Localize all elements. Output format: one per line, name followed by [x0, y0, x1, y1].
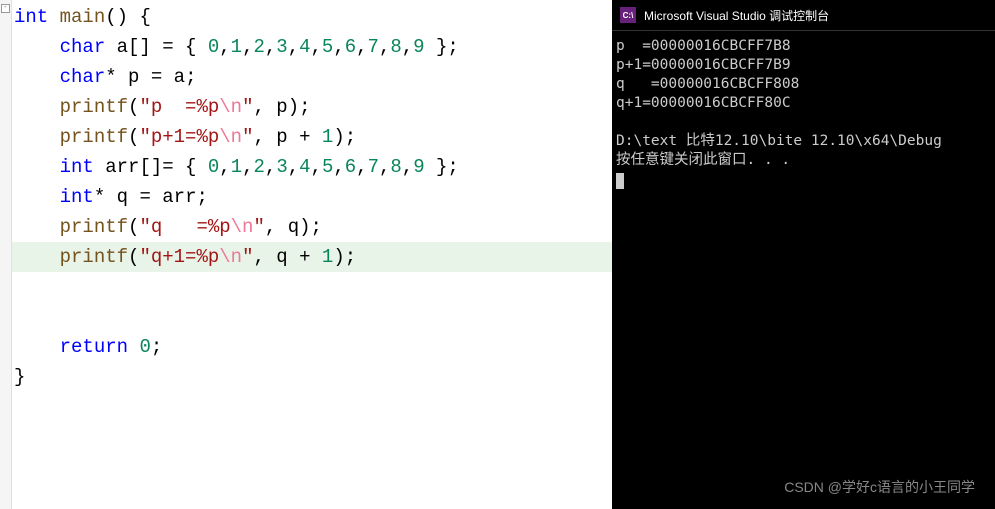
watermark-text: CSDN @学好c语言的小王同学 [784, 477, 975, 497]
code-line[interactable] [14, 302, 612, 332]
vs-icon: C:\ [620, 7, 636, 23]
code-line[interactable]: printf("q+1=%p\n", q + 1); [14, 242, 612, 272]
code-area[interactable]: int main() { char a[] = { 0,1,2,3,4,5,6,… [0, 0, 612, 392]
code-line[interactable]: } [14, 362, 612, 392]
debug-console-pane: C:\ Microsoft Visual Studio 调试控制台 p =000… [612, 0, 995, 509]
code-line[interactable]: int main() { [14, 2, 612, 32]
code-line[interactable]: printf("p+1=%p\n", p + 1); [14, 122, 612, 152]
code-editor-pane[interactable]: - int main() { char a[] = { 0,1,2,3,4,5,… [0, 0, 612, 509]
code-line[interactable]: int arr[]= { 0,1,2,3,4,5,6,7,8,9 }; [14, 152, 612, 182]
code-line[interactable] [14, 272, 612, 302]
code-line[interactable]: int* q = arr; [14, 182, 612, 212]
console-title: Microsoft Visual Studio 调试控制台 [644, 7, 829, 24]
console-title-bar: C:\ Microsoft Visual Studio 调试控制台 [612, 0, 995, 31]
code-line[interactable]: char a[] = { 0,1,2,3,4,5,6,7,8,9 }; [14, 32, 612, 62]
console-output: p =00000016CBCFF7B8 p+1=00000016CBCFF7B9… [612, 31, 995, 509]
code-line[interactable]: char* p = a; [14, 62, 612, 92]
editor-gutter: - [0, 0, 12, 509]
fold-icon[interactable]: - [1, 4, 10, 13]
code-line[interactable]: printf("p =%p\n", p); [14, 92, 612, 122]
console-cursor [616, 173, 624, 189]
code-line[interactable]: printf("q =%p\n", q); [14, 212, 612, 242]
code-line[interactable]: return 0; [14, 332, 612, 362]
